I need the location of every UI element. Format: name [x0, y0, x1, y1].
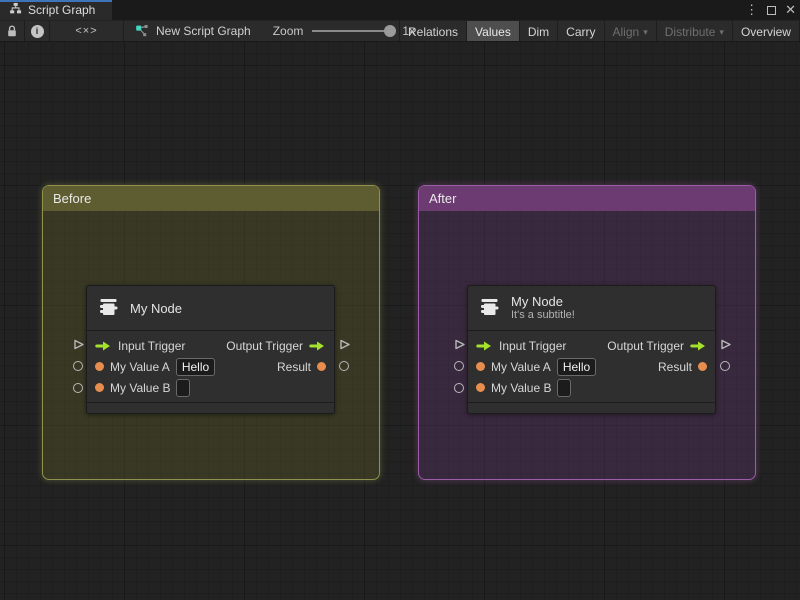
group-after-title: After — [429, 191, 457, 206]
carry-button[interactable]: Carry — [557, 21, 603, 41]
ext-output-trigger-port[interactable] — [718, 337, 732, 351]
graph-asset-label: New Script Graph — [156, 24, 251, 38]
graph-hierarchy-icon — [9, 2, 22, 18]
result-port-icon[interactable] — [698, 362, 707, 371]
value-b-label: My Value B — [491, 380, 552, 395]
result-port-icon[interactable] — [317, 362, 326, 371]
trigger-row: Input Trigger Output Trigger — [87, 335, 334, 356]
ext-result-port[interactable] — [718, 359, 732, 373]
value-a-port-icon[interactable] — [95, 362, 104, 371]
value-a-label: My Value A — [491, 359, 551, 374]
trigger-row: Input Trigger Output Trigger — [468, 335, 715, 356]
value-a-label: My Value A — [110, 359, 170, 374]
trigger-out-port-icon[interactable] — [690, 340, 707, 352]
value-b-label: My Value B — [110, 380, 171, 395]
node-title: My Node — [130, 300, 183, 316]
maximize-icon[interactable] — [767, 5, 777, 15]
ext-input-trigger-port[interactable] — [71, 337, 85, 351]
node-header[interactable]: My Node It's a subtitle! — [468, 286, 715, 330]
value-b-row: My Value B — [87, 377, 334, 398]
info-button[interactable]: i — [25, 21, 50, 41]
ext-value-a-port[interactable] — [452, 359, 466, 373]
info-icon: i — [30, 24, 44, 38]
relations-button[interactable]: Relations — [399, 21, 466, 41]
value-a-row: My Value A Hello Result — [87, 356, 334, 377]
result-label: Result — [276, 359, 311, 374]
tab-strip: Script Graph ⋮ ✕ — [0, 0, 800, 20]
overview-button[interactable]: Overview — [731, 21, 799, 41]
value-a-input[interactable]: Hello — [175, 357, 216, 376]
value-a-port-icon[interactable] — [476, 362, 485, 371]
value-b-input[interactable] — [557, 378, 572, 397]
zoom-label: Zoom — [272, 24, 304, 38]
graph-canvas[interactable]: Before My Node Input Trigger Output Trig… — [0, 42, 800, 600]
trigger-out-port-icon[interactable] — [309, 340, 326, 352]
node-footer — [87, 403, 334, 413]
input-trigger-label: Input Trigger — [499, 338, 567, 353]
node-my-node-after[interactable]: My Node It's a subtitle! Input Trigger O… — [467, 285, 716, 414]
toolbar-toggle-group: Relations Values Dim Carry Align ▾ Distr… — [399, 21, 800, 41]
chevron-down-icon: ▾ — [643, 27, 648, 37]
value-b-port-icon[interactable] — [95, 383, 104, 392]
distribute-dropdown[interactable]: Distribute ▾ — [655, 21, 732, 41]
code-view-icon: <×> — [75, 25, 98, 37]
node-ports: Input Trigger Output Trigger My Value A … — [87, 331, 334, 402]
lock-icon — [8, 25, 16, 36]
code-view-button[interactable]: <×> — [50, 21, 124, 41]
lock-button[interactable] — [0, 21, 25, 41]
value-a-row: My Value A Hello Result — [468, 356, 715, 377]
ext-value-a-port[interactable] — [71, 359, 85, 373]
graph-asset-selector[interactable]: New Script Graph — [135, 21, 251, 41]
graph-toolbar: i <×> New Script Graph Zoom 1x Relations — [0, 20, 800, 42]
node-ports: Input Trigger Output Trigger My Value A … — [468, 331, 715, 402]
zoom-slider[interactable] — [312, 25, 397, 37]
group-before[interactable]: Before My Node Input Trigger Output Trig… — [42, 185, 380, 480]
unit-node-icon — [97, 295, 121, 322]
dim-button[interactable]: Dim — [518, 21, 557, 41]
result-label: Result — [657, 359, 692, 374]
value-a-input[interactable]: Hello — [556, 357, 597, 376]
ext-value-b-port[interactable] — [71, 381, 85, 395]
close-icon[interactable]: ✕ — [785, 0, 796, 20]
ext-output-trigger-port[interactable] — [337, 337, 351, 351]
zoom-slider-handle[interactable] — [384, 25, 397, 37]
unit-node-icon — [478, 295, 502, 322]
window-controls: ⋮ ✕ — [745, 0, 796, 20]
trigger-in-port-icon[interactable] — [476, 340, 493, 352]
group-before-title: Before — [53, 191, 92, 206]
input-trigger-label: Input Trigger — [118, 338, 186, 353]
tab-title: Script Graph — [28, 3, 96, 17]
script-graph-window: Script Graph ⋮ ✕ i <×> New Script Graph … — [0, 0, 800, 600]
chevron-down-icon: ▾ — [719, 27, 724, 37]
node-title: My Node — [511, 294, 564, 309]
value-b-port-icon[interactable] — [476, 383, 485, 392]
value-b-input[interactable] — [176, 378, 191, 397]
ext-result-port[interactable] — [337, 359, 351, 373]
tab-script-graph[interactable]: Script Graph — [0, 0, 112, 20]
active-tab-accent — [0, 0, 112, 2]
node-subtitle: It's a subtitle! — [511, 309, 575, 321]
window-menu-icon[interactable]: ⋮ — [745, 0, 758, 20]
node-my-node-before[interactable]: My Node Input Trigger Output Trigger My … — [86, 285, 335, 414]
values-button[interactable]: Values — [466, 21, 519, 41]
ext-input-trigger-port[interactable] — [452, 337, 466, 351]
ext-value-b-port[interactable] — [452, 381, 466, 395]
output-trigger-label: Output Trigger — [607, 338, 684, 353]
zoom-control: Zoom 1x — [273, 21, 415, 41]
group-after[interactable]: After My Node It's a subtitle! Input Tri… — [418, 185, 756, 480]
node-header[interactable]: My Node — [87, 286, 334, 330]
group-after-header[interactable]: After — [419, 186, 755, 211]
graph-asset-icon — [136, 25, 148, 37]
group-before-header[interactable]: Before — [43, 186, 379, 211]
trigger-in-port-icon[interactable] — [95, 340, 112, 352]
node-footer — [468, 403, 715, 413]
align-dropdown[interactable]: Align ▾ — [603, 21, 656, 41]
value-b-row: My Value B — [468, 377, 715, 398]
output-trigger-label: Output Trigger — [226, 338, 303, 353]
